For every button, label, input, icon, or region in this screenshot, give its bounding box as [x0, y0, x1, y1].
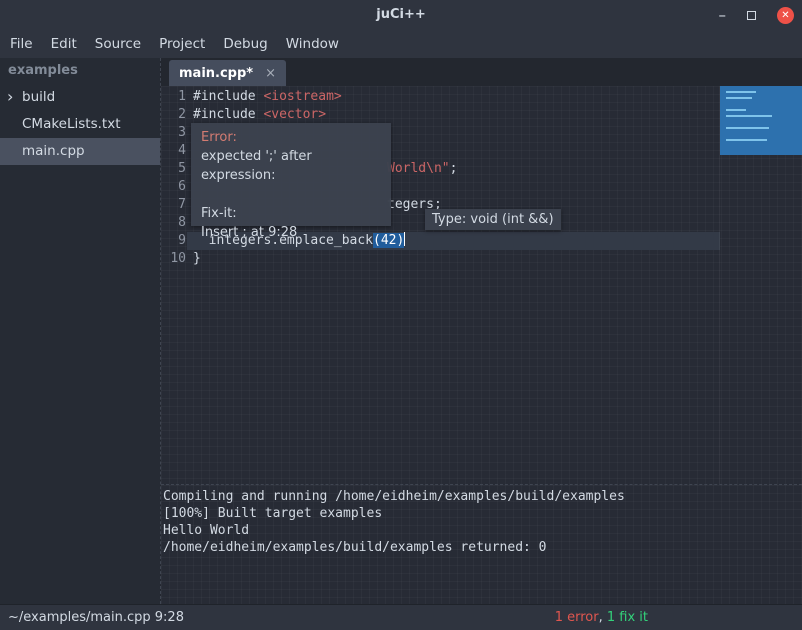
line-number: 8 [161, 214, 186, 232]
output-line: [100%] Built target examples [163, 505, 802, 522]
line-number: 9 [161, 232, 186, 250]
output-line: Compiling and running /home/eidheim/exam… [163, 488, 802, 505]
project-header: examples [0, 58, 160, 84]
text-cursor [404, 232, 405, 246]
app-window: juCi++ – ✕ File Edit Source Project Debu… [0, 0, 802, 630]
restore-icon[interactable] [747, 11, 756, 20]
status-location: ~/examples/main.cpp 9:28 [8, 610, 184, 625]
line-number: 2 [161, 106, 186, 124]
line-number: 6 [161, 178, 186, 196]
overview-code-mark [726, 115, 772, 117]
overview-code-mark [726, 127, 769, 129]
line-number: 3 [161, 124, 186, 142]
code-line[interactable]: } [193, 250, 201, 268]
code-line[interactable]: #include <vector> [193, 106, 326, 124]
statusbar: ~/examples/main.cpp 9:28 1 error, 1 fix … [0, 604, 802, 630]
close-icon[interactable]: ✕ [777, 7, 794, 24]
error-tooltip: Error: expected ';' after expression: Fi… [191, 123, 391, 226]
status-diagnostics: 1 error, 1 fix it [555, 610, 648, 625]
menu-item-file[interactable]: File [1, 30, 42, 58]
code-line[interactable]: #include <iostream> [193, 88, 342, 106]
line-number: 4 [161, 142, 186, 160]
menu-item-project[interactable]: Project [150, 30, 214, 58]
tab-maincpp[interactable]: main.cpp* × [169, 60, 286, 86]
tooltip-fixit-text: Insert ; at 9:28 [201, 223, 381, 242]
editor-column: main.cpp* × 1 #include <iostream> 2 #includ… [160, 58, 802, 604]
line-number: 7 [161, 196, 186, 214]
tree-item-label: build [22, 89, 55, 105]
status-fixit-count[interactable]: 1 fix it [607, 610, 648, 625]
overview-code-mark [726, 109, 746, 111]
main-area: examples › build CMakeLists.txt main.cpp… [0, 58, 802, 604]
menu-item-source[interactable]: Source [86, 30, 150, 58]
chevron-right-icon[interactable]: › [7, 84, 13, 110]
menu-item-debug[interactable]: Debug [214, 30, 276, 58]
type-tooltip: Type: void (int &&) [425, 209, 561, 230]
menu-item-window[interactable]: Window [277, 30, 348, 58]
line-number: 5 [161, 160, 186, 178]
tree-item-label: CMakeLists.txt [22, 116, 121, 132]
tab-label: main.cpp* [179, 66, 253, 81]
tab-close-icon[interactable]: × [265, 66, 276, 81]
tooltip-error-message: expected ';' after expression: [201, 147, 381, 185]
tree-item-label: main.cpp [22, 143, 85, 159]
tree-item-cmakelists[interactable]: CMakeLists.txt [0, 111, 160, 138]
tooltip-fixit-title: Fix-it: [201, 204, 381, 223]
output-panel[interactable]: Compiling and running /home/eidheim/exam… [161, 484, 802, 604]
tree-item-build[interactable]: › build [0, 84, 160, 111]
overview-code-mark [726, 97, 752, 99]
overview-slider[interactable] [720, 86, 802, 155]
code-editor[interactable]: 1 #include <iostream> 2 #include <vector> 34… [161, 86, 802, 484]
status-error-count[interactable]: 1 error [555, 610, 599, 625]
output-line: /home/eidheim/examples/build/examples re… [163, 539, 802, 556]
file-tree-sidebar: examples › build CMakeLists.txt main.cpp [0, 58, 160, 604]
status-separator: , [599, 610, 607, 625]
menubar: File Edit Source Project Debug Window [0, 30, 802, 58]
tooltip-gap [201, 185, 381, 204]
overview-code-mark [726, 139, 767, 141]
menu-item-edit[interactable]: Edit [42, 30, 86, 58]
minimize-icon[interactable]: – [719, 0, 727, 30]
code-fragment: World\n"; [387, 160, 457, 178]
tree-item-maincpp[interactable]: main.cpp [0, 138, 160, 165]
line-number: 1 [161, 88, 186, 106]
output-line: Hello World [163, 522, 802, 539]
overview-map[interactable] [719, 86, 802, 484]
tooltip-error-title: Error: [201, 128, 381, 147]
window-title: juCi++ [0, 0, 802, 30]
titlebar[interactable]: juCi++ – ✕ [0, 0, 802, 30]
window-controls: – ✕ [719, 0, 795, 30]
line-number: 10 [161, 250, 186, 268]
overview-code-mark [726, 91, 756, 93]
tab-bar: main.cpp* × [161, 58, 802, 86]
